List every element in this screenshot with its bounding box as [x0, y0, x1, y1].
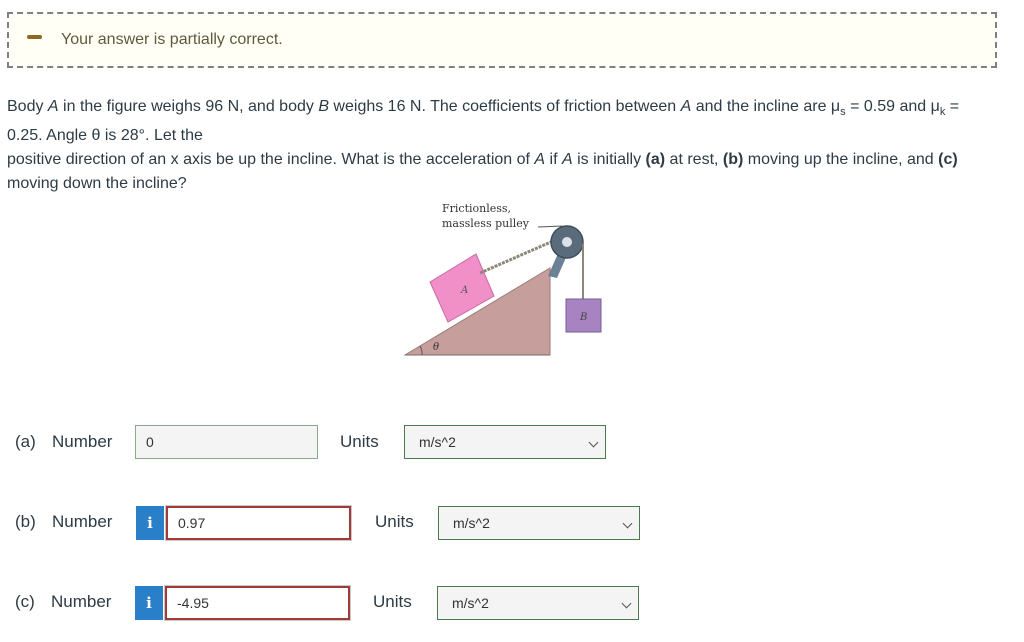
chevron-down-icon — [588, 437, 599, 448]
incline-diagram: A Frictionless, massless pulley B θ — [403, 202, 602, 356]
feedback-message: Your answer is partially correct. — [61, 31, 283, 48]
pulley-label-line1: Frictionless, — [442, 202, 511, 215]
question-line-3: positive direction of an x axis be up th… — [7, 151, 958, 169]
number-label-c: Number — [51, 592, 112, 611]
block-a-label: A — [460, 285, 468, 296]
answer-row-b: (b) Number i 0.97 Units m/s^2 — [0, 503, 1024, 543]
feedback-banner: Your answer is partially correct. — [7, 12, 997, 68]
unit-select-b[interactable]: m/s^2 — [438, 506, 640, 540]
chevron-down-icon — [622, 518, 633, 529]
question-line-4: moving down the incline? — [7, 175, 187, 193]
chevron-down-icon — [621, 598, 632, 609]
part-label-b: (b) — [15, 512, 36, 531]
block-b-label: B — [579, 312, 587, 323]
units-label-a: Units — [340, 432, 379, 451]
unit-select-c[interactable]: m/s^2 — [437, 586, 639, 620]
units-label-b: Units — [375, 512, 414, 531]
unit-select-b-value: m/s^2 — [453, 515, 490, 531]
part-label-a: (a) — [15, 432, 36, 451]
number-label-a: Number — [52, 432, 113, 451]
answer-row-a: (a) Number 0 Units m/s^2 — [0, 423, 1024, 463]
answer-input-c[interactable]: -4.95 — [164, 585, 351, 621]
info-icon[interactable]: i — [136, 506, 164, 540]
angle-label: θ — [433, 342, 439, 353]
pulley-hub — [562, 237, 572, 247]
unit-select-c-value: m/s^2 — [452, 595, 489, 611]
question-line-1: Body A in the figure weighs 96 N, and bo… — [7, 98, 960, 119]
unit-select-a-value: m/s^2 — [419, 434, 456, 450]
info-icon[interactable]: i — [135, 586, 163, 620]
question-text: Body A in the figure weighs 96 N, and bo… — [7, 95, 997, 196]
partial-correct-icon — [27, 35, 42, 39]
answer-input-a[interactable]: 0 — [135, 425, 318, 459]
incline-figure: A Frictionless, massless pulley B θ — [400, 198, 605, 358]
units-label-c: Units — [373, 592, 412, 611]
part-label-c: (c) — [15, 592, 35, 611]
answer-row-c: (c) Number i -4.95 Units m/s^2 — [0, 583, 1024, 623]
number-label-b: Number — [52, 512, 113, 531]
unit-select-a[interactable]: m/s^2 — [404, 425, 606, 459]
pulley-label-line2: massless pulley — [442, 217, 530, 230]
pulley-label-leader — [537, 225, 563, 228]
rope-a — [479, 236, 561, 275]
question-line-2: 0.25. Angle θ is 28°. Let the — [7, 127, 203, 145]
answer-input-b[interactable]: 0.97 — [165, 505, 352, 541]
